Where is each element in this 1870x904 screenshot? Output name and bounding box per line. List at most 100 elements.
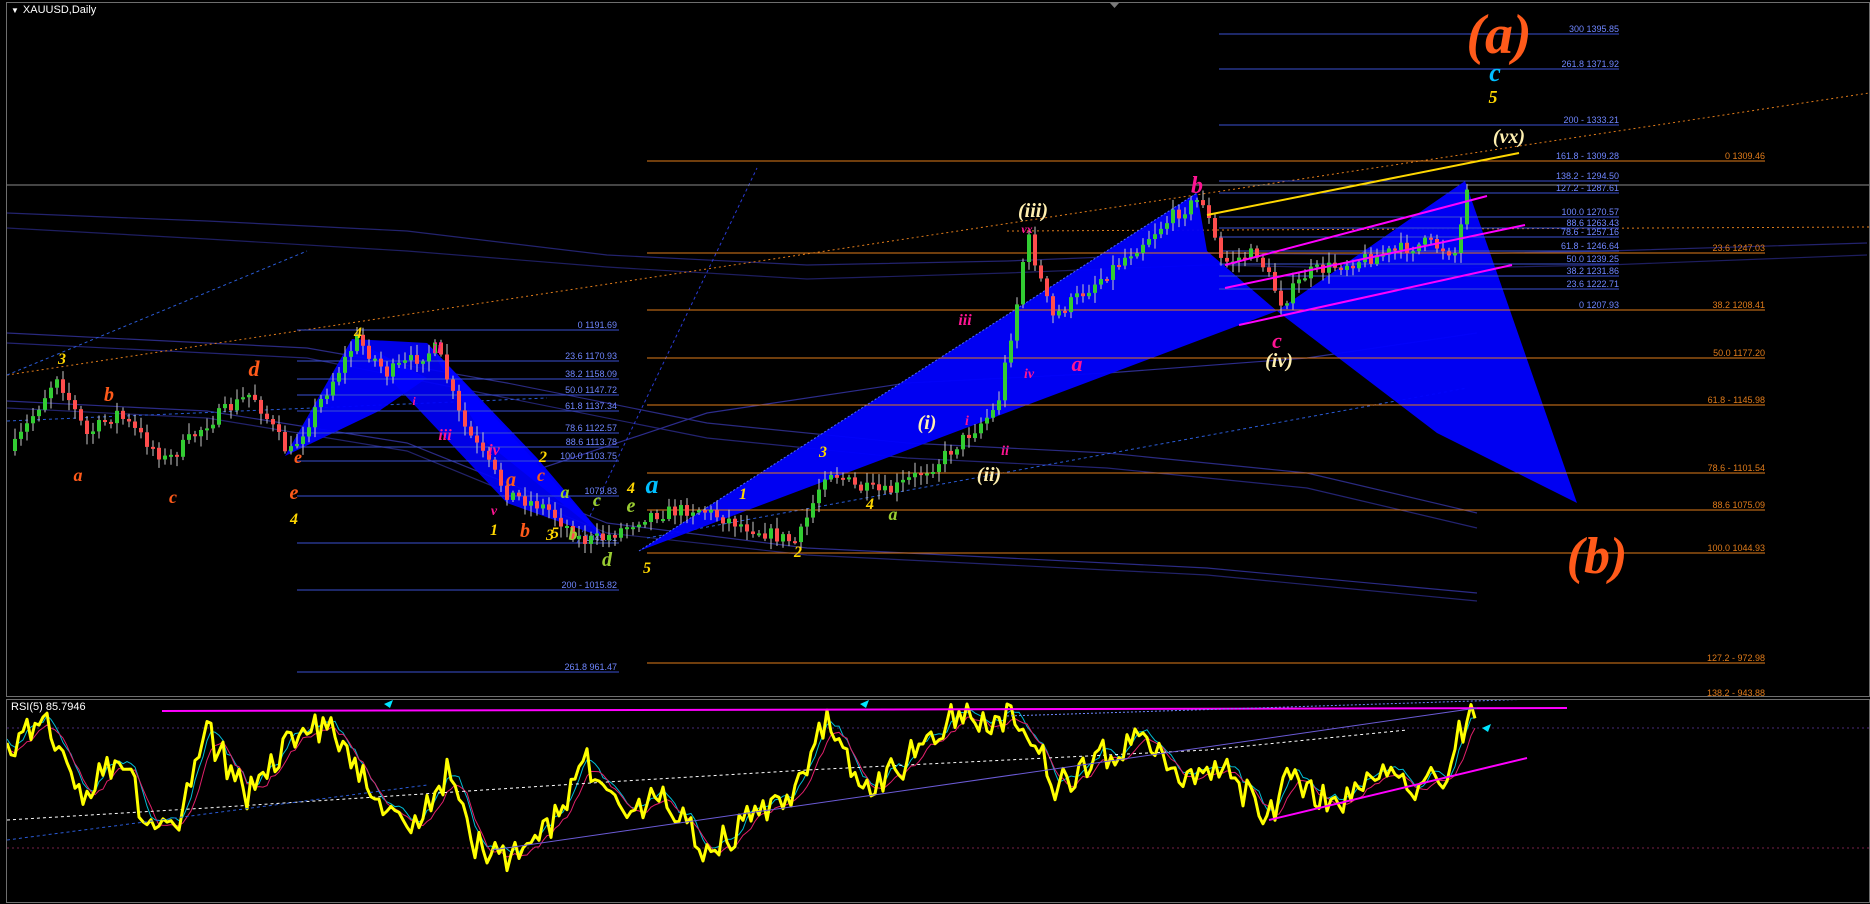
fib-level-label: 100.0 1044.93 (1707, 543, 1765, 553)
fib-level-label: 0 1309.46 (1725, 151, 1765, 161)
candle-body (1009, 340, 1013, 363)
candle-body (865, 482, 869, 491)
candle-body (1159, 228, 1163, 235)
candle-body (649, 513, 653, 522)
wave-label: 2 (538, 449, 547, 466)
fib-level-label: 300 1395.85 (1569, 24, 1619, 34)
wave-label: ii (433, 340, 442, 357)
candle-body (373, 358, 377, 361)
trendline-blue-dotted (7, 250, 308, 376)
candle-body (247, 394, 251, 398)
rsi-title: RSI(5) 85.7946 (11, 701, 86, 713)
collapse-triangle-icon[interactable]: ▼ (11, 6, 19, 15)
candle-body (151, 446, 155, 449)
candle-body (1321, 264, 1325, 273)
candle-body (1165, 223, 1169, 229)
wave-label: 4 (865, 496, 874, 513)
candle-body (751, 531, 755, 535)
fib-level-label: 61.8 - 1246.64 (1561, 241, 1619, 251)
fib-level-label: 138.2 - 943.88 (1707, 688, 1765, 696)
candle-body (1351, 265, 1355, 269)
wave-label: 4 (353, 325, 362, 342)
wave-label: iv (1024, 367, 1035, 382)
candle-body (85, 420, 89, 434)
candle-body (157, 447, 161, 460)
candle-body (1297, 279, 1301, 284)
candle-body (841, 477, 845, 480)
candle-body (31, 416, 35, 424)
candle-body (907, 477, 911, 480)
candle-body (979, 423, 983, 434)
wave-label: (iii) (1018, 200, 1048, 222)
candle-body (397, 362, 401, 365)
candle-body (277, 424, 281, 432)
candle-body (115, 410, 119, 424)
candle-body (1003, 362, 1007, 401)
candle-body (511, 492, 515, 500)
candle-body (331, 381, 335, 396)
fib-level-label: 138.2 - 1294.50 (1556, 171, 1619, 181)
candle-body (1453, 252, 1457, 256)
candle-body (985, 417, 989, 424)
rsi-indicator-pane[interactable]: RSI(5) 85.7946 (6, 699, 1870, 903)
candle-body (607, 535, 611, 541)
candle-body (1147, 239, 1151, 245)
wave-label: 4 (289, 511, 298, 528)
wave-label: vx (1021, 222, 1032, 236)
wave-label: b (1191, 173, 1203, 199)
candle-body (1099, 279, 1103, 285)
candle-body (559, 517, 563, 527)
candle-body (283, 431, 287, 452)
candle-body (1189, 200, 1193, 215)
candle-body (823, 479, 827, 490)
fib-level-label: 200 - 1333.21 (1563, 115, 1619, 125)
candle-body (187, 434, 191, 440)
candle-body (847, 477, 851, 480)
wave-label: c (1489, 58, 1501, 87)
candle-body (535, 501, 539, 509)
fib-level-label: 38.2 1158.09 (565, 369, 617, 379)
candle-body (469, 426, 473, 436)
wave-label: 1 (739, 486, 747, 503)
candle-body (55, 379, 59, 388)
candle-body (217, 408, 221, 425)
candle-body (235, 399, 239, 411)
candle-body (1369, 254, 1373, 264)
candle-body (1285, 303, 1289, 306)
candle-body (1051, 296, 1055, 316)
candle-body (265, 413, 269, 420)
fib-level-label: 78.6 - 1101.54 (1708, 463, 1765, 473)
candle-body (121, 410, 125, 419)
candle-body (577, 535, 581, 540)
candle-body (1201, 200, 1205, 206)
candle-body (595, 533, 599, 536)
price-chart-pane[interactable]: ▼ XAUUSD,Daily 0 1191.69 23.6 1170.93 38.2 … (6, 2, 1870, 697)
candle-body (175, 454, 179, 457)
fib-level-label: 88.6 1075.09 (1712, 500, 1765, 510)
candle-body (91, 431, 95, 434)
price-chart-canvas: 0 1191.69 23.6 1170.93 38.2 1158.09 50.0 11… (7, 3, 1869, 696)
candle-body (715, 509, 719, 518)
candle-body (163, 455, 167, 460)
candle-body (787, 534, 791, 542)
fib-level-label: 23.6 1170.93 (565, 351, 617, 361)
candle-body (139, 427, 143, 433)
candle-body (409, 355, 413, 361)
fib-level-label: 23.6 1247.03 (1712, 243, 1765, 253)
candle-body (367, 345, 371, 359)
rsi-arrow-marker-icon (384, 700, 393, 708)
candle-body (523, 496, 527, 506)
candle-body (691, 512, 695, 516)
wave-label: iii (438, 427, 452, 444)
wave-label: 3 (545, 527, 554, 544)
trendline-blue-dotted (646, 387, 1468, 539)
candle-body (49, 387, 53, 399)
candle-body (1093, 284, 1097, 293)
candle-body (553, 509, 557, 518)
candle-body (829, 474, 833, 480)
candle-body (421, 361, 425, 364)
candle-body (313, 407, 317, 428)
candle-body (205, 428, 209, 431)
candle-body (1111, 265, 1115, 280)
fib-level-label: 161.8 - 1309.28 (1556, 151, 1619, 161)
